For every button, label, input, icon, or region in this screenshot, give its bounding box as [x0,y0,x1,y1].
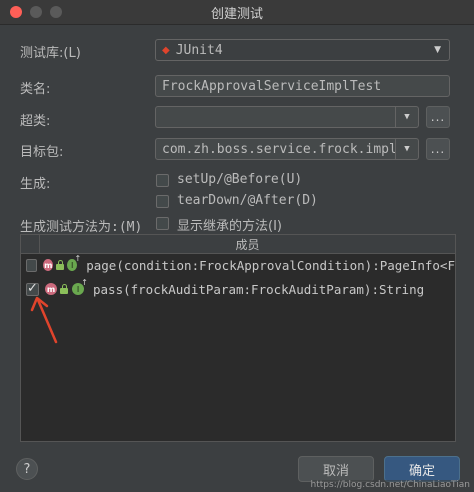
generate-methods-label: 生成测试方法为:(M) [20,220,143,235]
ok-button[interactable]: 确定 [384,456,460,482]
target-package-value: com.zh.boss.service.frock.impl [162,141,397,157]
minimize-window-button[interactable] [30,6,42,18]
dropdown-arrow-icon[interactable]: ▼ [395,139,418,159]
row-checkbox[interactable] [26,258,38,272]
target-package-label: 目标包: [20,145,64,160]
override-icon: I [67,254,81,271]
row-text: pass(frockAuditParam:FrockAuditParam):St… [93,281,425,297]
lock-icon [56,260,65,270]
table-header: 成员 [21,235,455,254]
dropdown-arrow-icon[interactable]: ▼ [395,107,418,127]
header-member: 成员 [235,237,260,252]
members-table: 成员 m I page(condition:FrockApprovalCondi… [20,234,456,442]
class-name-value: FrockApprovalServiceImplTest [162,78,382,94]
header-check-column [21,235,40,253]
table-row[interactable]: m I page(condition:FrockApprovalConditio… [21,254,455,275]
close-window-button[interactable] [10,6,22,18]
superclass-browse-button[interactable]: ... [426,106,450,128]
teardown-checkbox-label: tearDown/@After(D) [177,193,318,208]
target-package-combo[interactable]: com.zh.boss.service.frock.impl ▼ [155,138,419,160]
window-title: 创建测试 [210,6,263,22]
title-bar: 创建测试 [0,0,474,25]
method-icon: m [43,259,54,271]
class-name-input[interactable]: FrockApprovalServiceImplTest [155,75,450,97]
generate-label: 生成: [20,177,51,192]
help-button[interactable]: ? [16,458,38,480]
superclass-combo[interactable]: ▼ [155,106,419,128]
setup-checkbox-label: setUp/@Before(U) [177,172,303,187]
test-library-combo[interactable]: ◆ JUnit4 ▼ [155,39,450,61]
show-inherited-label: 显示继承的方法(I) [177,219,282,234]
class-name-label: 类名: [20,82,51,97]
superclass-label: 超类: [20,114,51,129]
table-row[interactable]: m I pass(frockAuditParam:FrockAuditParam… [21,278,455,299]
target-package-browse-button[interactable]: ... [426,138,450,160]
test-library-value: JUnit4 [175,42,223,58]
show-inherited-checkbox[interactable] [156,217,169,230]
test-library-label: 测试库:(L) [20,46,81,61]
row-text: page(condition:FrockApprovalCondition):P… [86,257,455,273]
setup-checkbox[interactable] [156,174,169,187]
zoom-window-button[interactable] [50,6,62,18]
cancel-button[interactable]: 取消 [298,456,374,482]
override-icon: I [72,278,88,295]
teardown-checkbox[interactable] [156,195,169,208]
window-controls [10,6,62,18]
junit-icon: ◆ [162,44,170,56]
dropdown-arrow-icon: ▼ [434,45,441,55]
red-arrow-annotation [30,296,58,344]
watermark: https://blog.csdn.net/ChinaLiaoTian [310,480,470,490]
